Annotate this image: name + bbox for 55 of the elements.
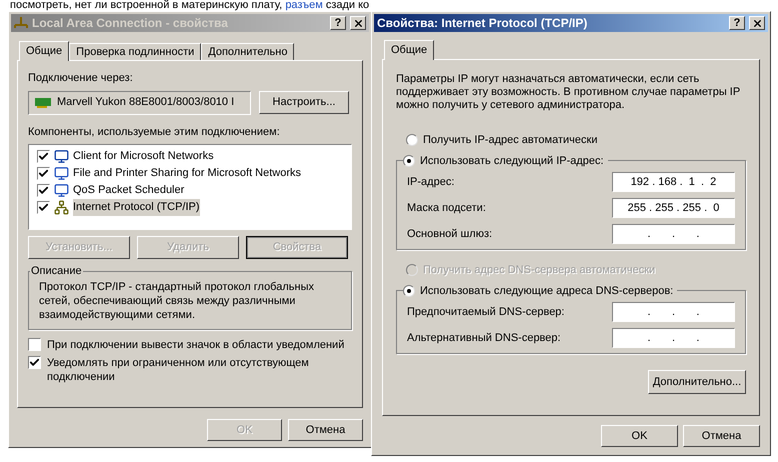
ip-address-field[interactable]: . . . — [612, 224, 735, 244]
tab[interactable]: Общие — [19, 41, 70, 61]
network-icon — [14, 17, 28, 29]
article-text: посмотреть, нет ли встроенной в материнскую плату, разъем сзади ко — [10, 0, 370, 11]
component-item[interactable]: File and Printer Sharing for Microsoft Networks — [73, 165, 302, 182]
computer-icon — [54, 149, 69, 164]
dialog-button[interactable]: Дополнительно... — [648, 370, 746, 394]
tab[interactable]: Дополнительно — [201, 43, 294, 60]
network-card-icon — [35, 98, 51, 108]
radio-label: Использовать следующий IP-адрес: — [420, 154, 604, 168]
intro-text: Параметры IP могут назначаться автоматически, если сеть поддерживает эту возможность. В противном случае параметры IP можно получить у сетевого администратора. — [396, 73, 741, 112]
article-link[interactable]: разъем — [285, 0, 323, 11]
close-icon — [752, 18, 762, 28]
ip-address-field[interactable]: 192 . 168 . 1 . 2 — [612, 172, 735, 192]
section-label: Подключение через: — [28, 71, 134, 86]
ip-address-field[interactable]: . . . — [612, 302, 735, 322]
checkbox-label: Уведомлять при ограниченном или отсутствующем подключении — [47, 356, 310, 384]
computer-icon — [54, 183, 69, 198]
help-button[interactable]: ? — [729, 16, 745, 30]
radio-label: Использовать следующие адреса DNS-серверов: — [420, 284, 674, 298]
close-button[interactable] — [749, 16, 765, 30]
ip-address-field[interactable]: 255 . 255 . 255 . 0 — [612, 198, 735, 218]
close-icon — [352, 18, 364, 28]
component-item[interactable]: QoS Packet Scheduler — [73, 182, 184, 199]
tab[interactable]: Проверка подлинности — [69, 43, 202, 60]
field-label: Предпочитаемый DNS-сервер: — [407, 304, 566, 320]
field-label: Маска подсети: — [407, 200, 487, 216]
radio-label: Получить IP-адрес автоматически — [423, 133, 598, 148]
window-title: Свойства: Internet Protocol (TCP/IP) — [377, 15, 588, 32]
window-title: Local Area Connection - свойства — [32, 15, 229, 32]
network-icon — [54, 200, 69, 215]
adapter-name: Marvell Yukon 88E8001/8003/8010 I — [57, 95, 234, 110]
checkbox[interactable] — [28, 338, 41, 351]
close-button[interactable] — [350, 16, 366, 30]
computer-icon — [54, 166, 69, 181]
radio-button[interactable] — [403, 284, 415, 297]
dialog-button[interactable]: Отмена — [288, 419, 363, 441]
dialog-button[interactable]: Настроить... — [259, 91, 349, 114]
component-item[interactable]: Internet Protocol (TCP/IP) — [73, 199, 200, 216]
section-label: Компоненты, используемые этим подключением: — [28, 124, 281, 140]
checkbox-label: При подключении вывести значок в области уведомлений — [47, 338, 346, 352]
description-text: Протокол TCP/IP - стандартный протокол глобальных сетей, обеспечивающий связь между различными взаимодействующими сетями. — [39, 280, 315, 322]
field-label: Альтернативный DNS-сервер: — [407, 330, 562, 346]
checkbox[interactable] — [28, 356, 41, 369]
dialog-button[interactable]: Отмена — [683, 425, 760, 447]
dialog-button[interactable]: OK — [601, 425, 678, 447]
field-label: IP-адрес: — [407, 174, 456, 190]
tab[interactable]: Общие — [384, 40, 434, 60]
group-title: Описание — [30, 264, 83, 279]
ip-address-field[interactable]: . . . — [612, 328, 735, 348]
help-button[interactable]: ? — [330, 16, 346, 30]
radio-button[interactable] — [403, 154, 415, 167]
field-label: Основной шлюз: — [407, 226, 494, 242]
radio-button[interactable] — [406, 134, 418, 146]
component-item[interactable]: Client for Microsoft Networks — [73, 148, 214, 165]
